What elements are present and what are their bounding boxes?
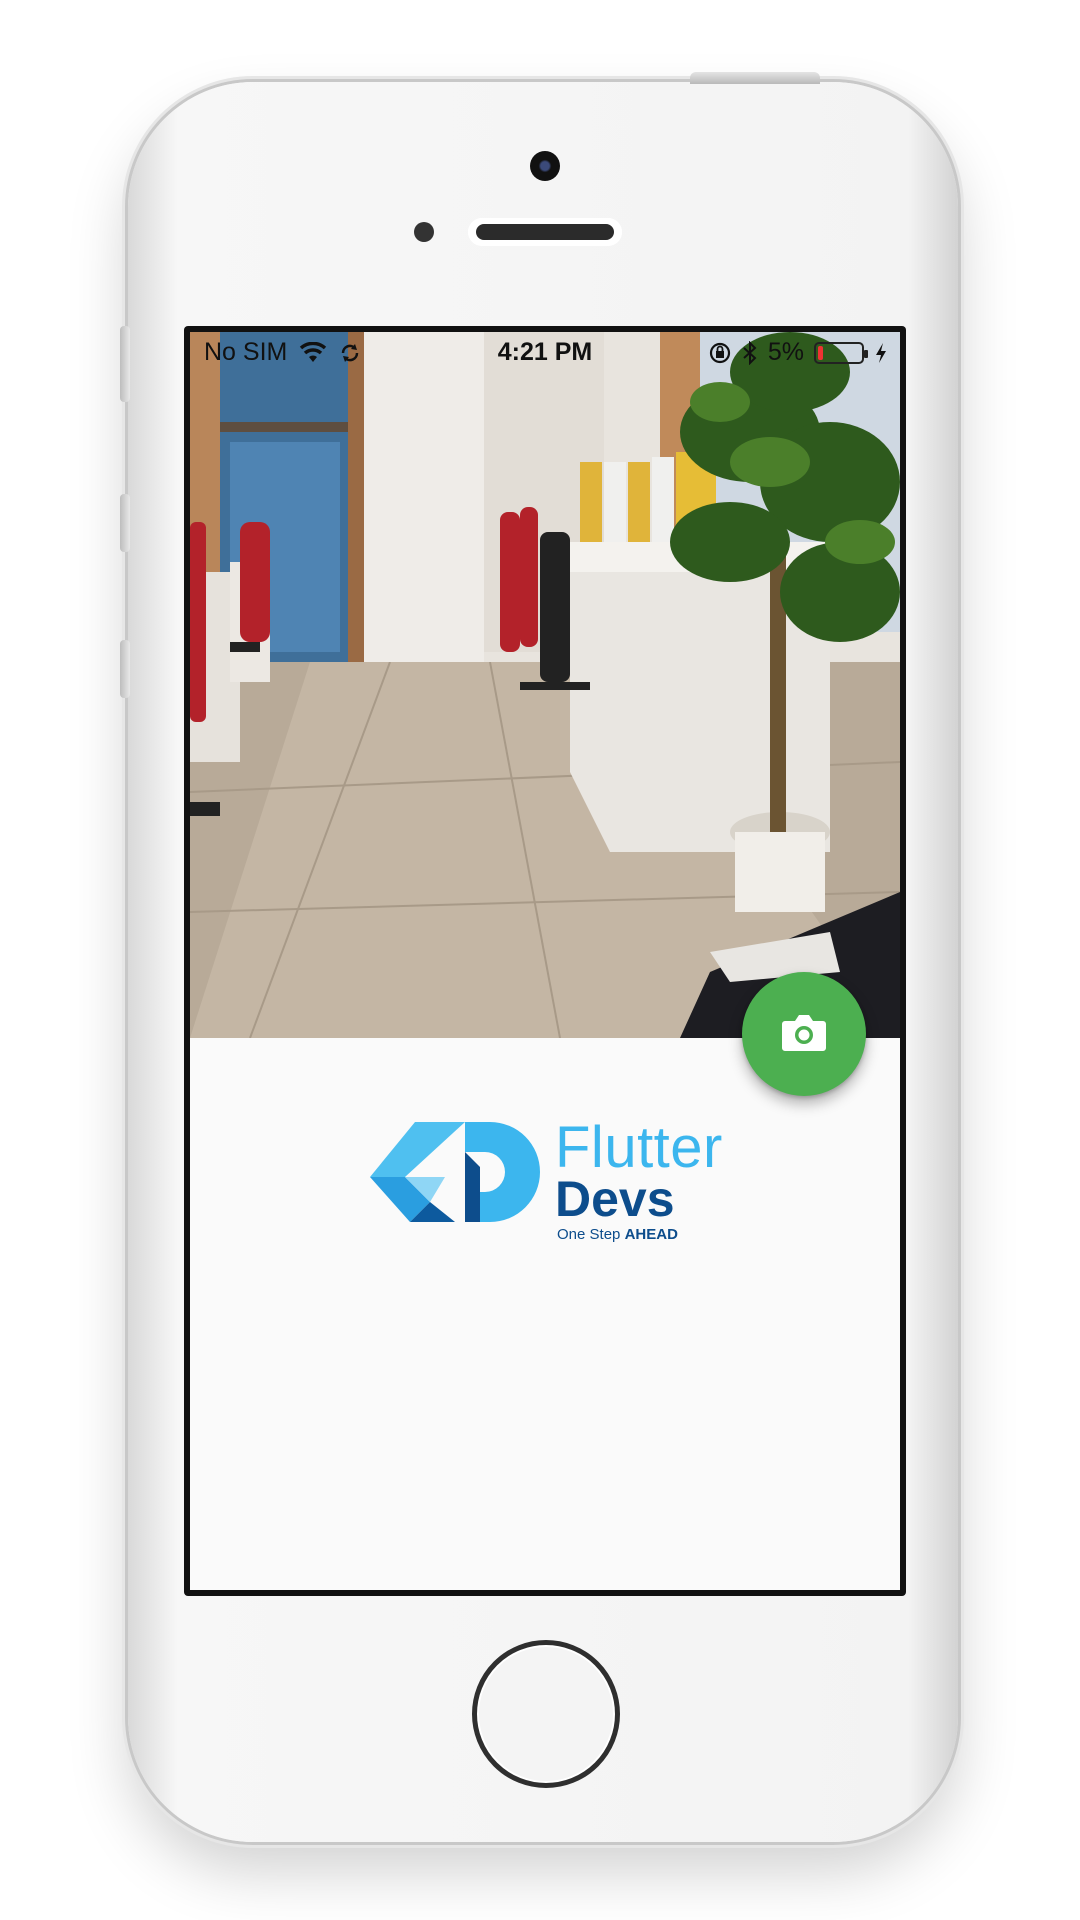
charging-icon <box>874 342 888 364</box>
mute-switch <box>120 326 130 402</box>
logo-tagline-emphasis: AHEAD <box>624 1226 678 1243</box>
earpiece-speaker <box>468 218 622 246</box>
bluetooth-icon <box>742 340 758 365</box>
camera-preview-image <box>190 332 900 1038</box>
volume-up-button <box>120 494 130 552</box>
power-button <box>690 72 820 84</box>
logo-text-devs: Devs <box>555 1171 675 1227</box>
camera-icon <box>781 1012 827 1057</box>
battery-icon <box>814 341 868 364</box>
logo-tagline: One Step AHEAD <box>557 1226 678 1243</box>
camera-preview: No SIM 4:21 PM 5% <box>190 332 900 1038</box>
app-screen: No SIM 4:21 PM 5% Flutter Devs One Step … <box>190 332 900 1590</box>
orientation-lock-icon <box>708 341 732 365</box>
logo-tagline-prefix: One Step <box>557 1226 621 1243</box>
proximity-sensor <box>414 222 434 242</box>
front-camera <box>530 151 560 181</box>
flutter-devs-logo: Flutter Devs One Step AHEAD <box>370 1112 730 1252</box>
battery-fill <box>818 345 824 360</box>
capture-photo-button[interactable] <box>742 972 866 1096</box>
home-button[interactable] <box>472 1640 620 1788</box>
volume-down-button <box>120 640 130 698</box>
status-bar-right: 5% <box>708 338 888 367</box>
status-bar: No SIM 4:21 PM 5% <box>190 332 900 372</box>
flutter-devs-logo-mark <box>370 1122 540 1222</box>
battery-percent: 5% <box>767 338 804 366</box>
